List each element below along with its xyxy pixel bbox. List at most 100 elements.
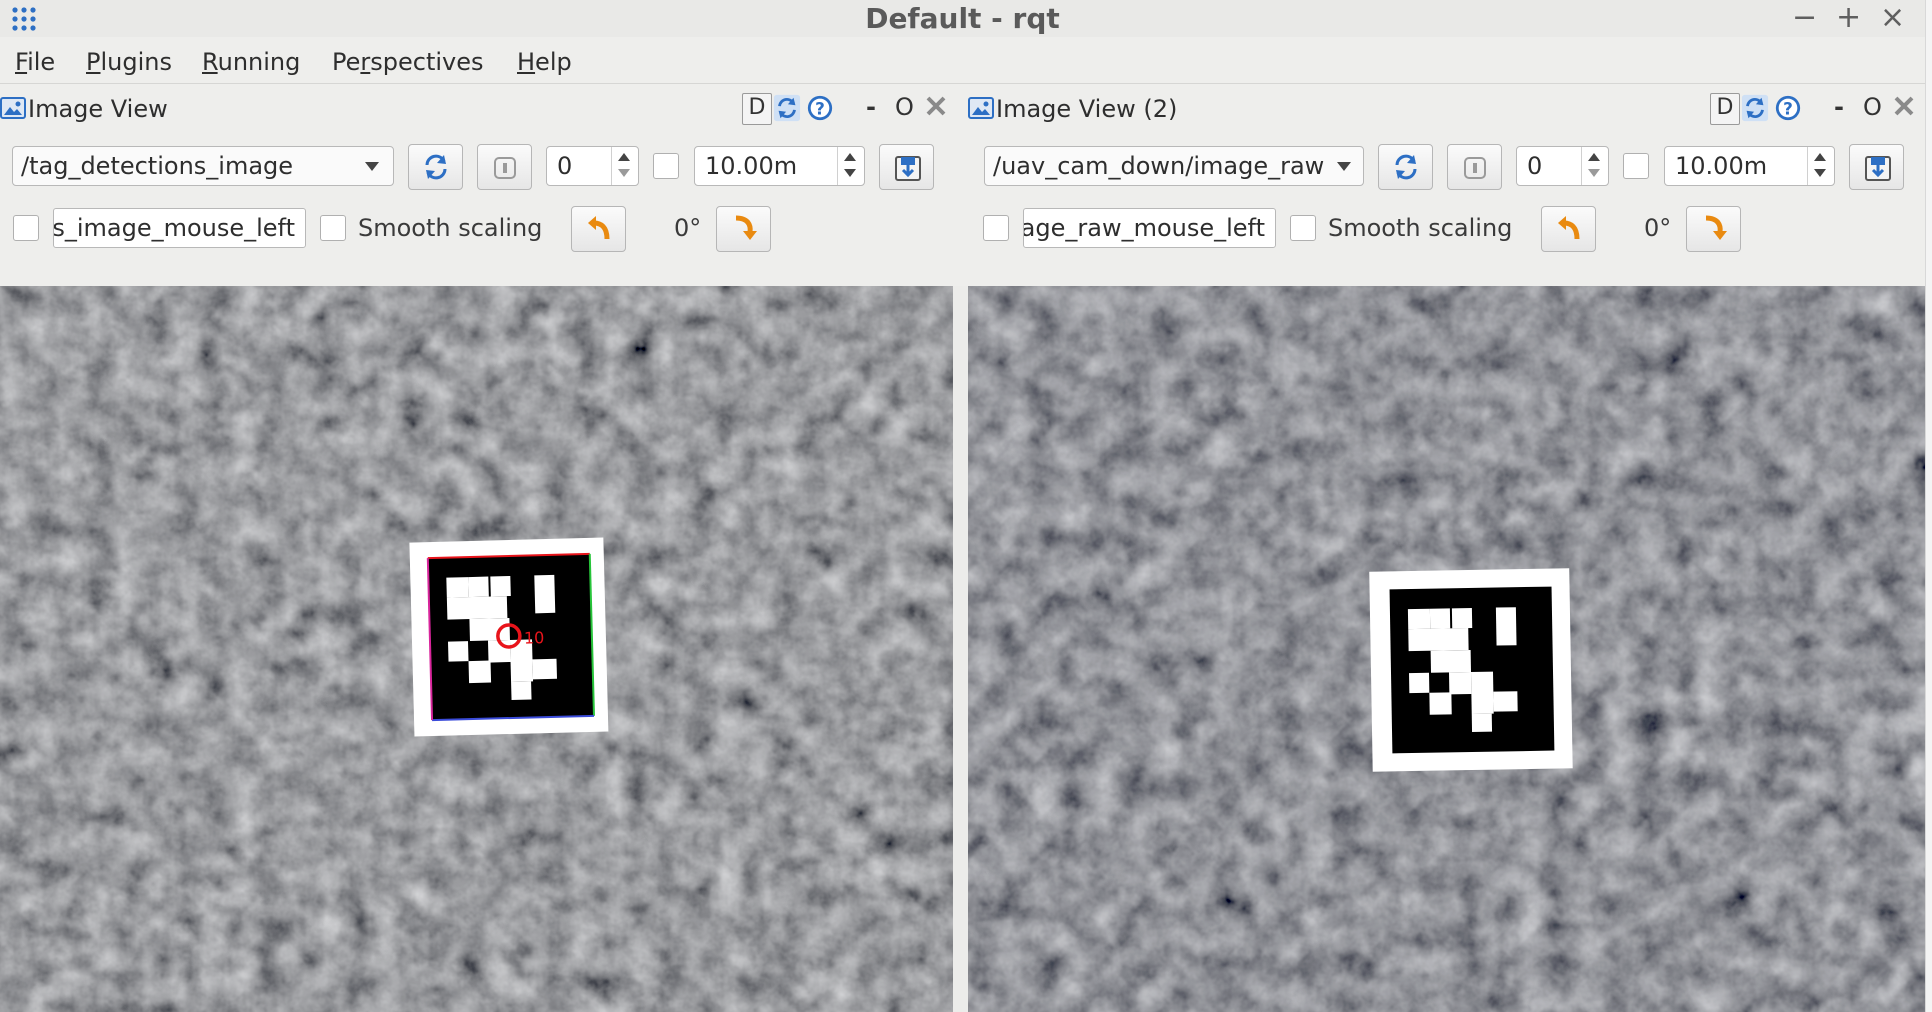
pause-button[interactable] [1447, 144, 1502, 190]
range-checkbox[interactable] [1623, 153, 1649, 179]
range-checkbox[interactable] [653, 153, 679, 179]
scrollbar[interactable] [1925, 0, 1932, 1012]
menu-running[interactable]: Running [202, 48, 300, 76]
smooth-scaling-checkbox[interactable] [320, 215, 346, 241]
save-image-icon [895, 156, 921, 181]
minimize-window-button[interactable]: − [1792, 2, 1817, 34]
dock-d-button[interactable]: D [742, 93, 772, 125]
save-image-icon [1865, 156, 1891, 181]
dock-d-button[interactable]: D [1710, 93, 1740, 125]
svg-text:?: ? [1783, 99, 1793, 119]
menu-perspectives[interactable]: Perspectives [332, 48, 484, 76]
chevron-down-icon [1337, 162, 1351, 171]
frame-spinbox[interactable]: 0 [1516, 146, 1609, 186]
image-view-icon [968, 97, 994, 119]
rotate-left-button[interactable] [1541, 206, 1596, 252]
spinbox-arrows[interactable] [1807, 147, 1834, 185]
mouse-publish-checkbox[interactable] [13, 215, 39, 241]
panel-splitter[interactable] [953, 286, 968, 1012]
window-title: Default - rqt [865, 2, 1060, 35]
pause-icon [1464, 157, 1486, 179]
image-display[interactable]: 10 [0, 286, 953, 1012]
image-display[interactable] [968, 286, 1925, 1012]
spin-down-icon [1814, 169, 1826, 177]
spin-up-icon [1814, 153, 1826, 161]
help-icon[interactable]: ? [806, 93, 834, 123]
refresh-topics-button[interactable] [1378, 144, 1433, 190]
menu-plugins-mnemonic: P [86, 48, 101, 76]
pause-button[interactable] [477, 144, 532, 190]
frame-value: 0 [1527, 152, 1543, 180]
refresh-icon[interactable] [1741, 93, 1769, 123]
apriltag-marker [1369, 568, 1573, 772]
spin-up-icon [618, 153, 630, 161]
rotation-label: 0° [674, 214, 702, 242]
dock-minimize-button[interactable]: - [1834, 93, 1844, 121]
svg-text:?: ? [815, 99, 825, 119]
rqt-window: Default - rqt − + × File Plugins Running… [0, 0, 1925, 1012]
menu-help-mnemonic: H [517, 48, 536, 76]
max-range-value: 10.00m [705, 152, 798, 180]
menu-help-label: elp [535, 48, 572, 76]
topic-combobox[interactable]: /uav_cam_down/image_raw [984, 146, 1364, 186]
smooth-scaling-label: Smooth scaling [358, 214, 543, 242]
window-title-bar: Default - rqt − + × [0, 0, 1925, 37]
dock-title-bar: Image View D ? - O [0, 84, 953, 138]
refresh-topics-button[interactable] [408, 144, 463, 190]
menu-file-mnemonic: F [15, 48, 28, 76]
menu-help[interactable]: Help [517, 48, 572, 76]
dock-float-button[interactable]: O [895, 93, 914, 121]
spinbox-arrows[interactable] [611, 147, 638, 185]
menu-file[interactable]: File [15, 48, 55, 76]
mouse-topic-value: uav_cam_down/image_raw_mouse_left [1024, 214, 1265, 242]
close-icon[interactable] [1892, 93, 1916, 119]
spinbox-arrows[interactable] [837, 147, 864, 185]
close-icon[interactable] [924, 93, 948, 119]
menu-running-mnemonic: R [202, 48, 218, 76]
max-range-spinbox[interactable]: 10.00m [694, 146, 865, 186]
dock-title: Image View (2) [996, 95, 1178, 123]
rotate-right-button[interactable] [1686, 206, 1741, 252]
menu-plugins[interactable]: Plugins [86, 48, 172, 76]
menu-perspectives-mnemonic: r [360, 48, 371, 76]
image-view-panel-left: Image View D ? - O /tag_detections_image… [0, 84, 953, 1012]
rotate-right-icon [735, 215, 757, 240]
max-range-spinbox[interactable]: 10.00m [1664, 146, 1835, 186]
save-image-button[interactable] [879, 144, 934, 190]
topic-value: /tag_detections_image [21, 152, 294, 180]
menu-plugins-label: lugins [100, 48, 172, 76]
chevron-down-icon [365, 162, 379, 171]
mouse-publish-checkbox[interactable] [983, 215, 1009, 241]
refresh-icon [425, 154, 447, 180]
spin-down-icon [1588, 169, 1600, 177]
save-image-button[interactable] [1849, 144, 1904, 190]
mouse-topic-input[interactable]: tag_detections_image_mouse_left [53, 208, 306, 248]
spinbox-arrows[interactable] [1581, 147, 1608, 185]
topic-combobox[interactable]: /tag_detections_image [12, 146, 394, 186]
refresh-icon[interactable] [773, 93, 801, 123]
smooth-scaling-label: Smooth scaling [1328, 214, 1513, 242]
menu-running-label: unning [217, 48, 301, 76]
topic-value: /uav_cam_down/image_raw [993, 152, 1325, 180]
pause-icon [494, 157, 516, 179]
close-window-button[interactable]: × [1880, 2, 1905, 34]
rotate-left-button[interactable] [571, 206, 626, 252]
max-range-value: 10.00m [1675, 152, 1768, 180]
rotate-left-icon [588, 216, 610, 240]
maximize-window-button[interactable]: + [1836, 2, 1861, 34]
spin-up-icon [1588, 153, 1600, 161]
rotate-right-button[interactable] [716, 206, 771, 252]
mouse-topic-input[interactable]: uav_cam_down/image_raw_mouse_left [1023, 208, 1276, 248]
dock-float-button[interactable]: O [1863, 93, 1882, 121]
image-view-icon [0, 97, 26, 119]
spin-up-icon [844, 153, 856, 161]
refresh-icon [1395, 154, 1417, 180]
dock-minimize-button[interactable]: - [866, 93, 876, 121]
help-icon[interactable]: ? [1774, 93, 1802, 123]
smooth-scaling-checkbox[interactable] [1290, 215, 1316, 241]
frame-spinbox[interactable]: 0 [546, 146, 639, 186]
menu-perspectives-prefix: Pe [332, 48, 361, 76]
dock-title: Image View [28, 95, 168, 123]
spin-down-icon [618, 169, 630, 177]
mouse-topic-value: tag_detections_image_mouse_left [53, 214, 295, 242]
